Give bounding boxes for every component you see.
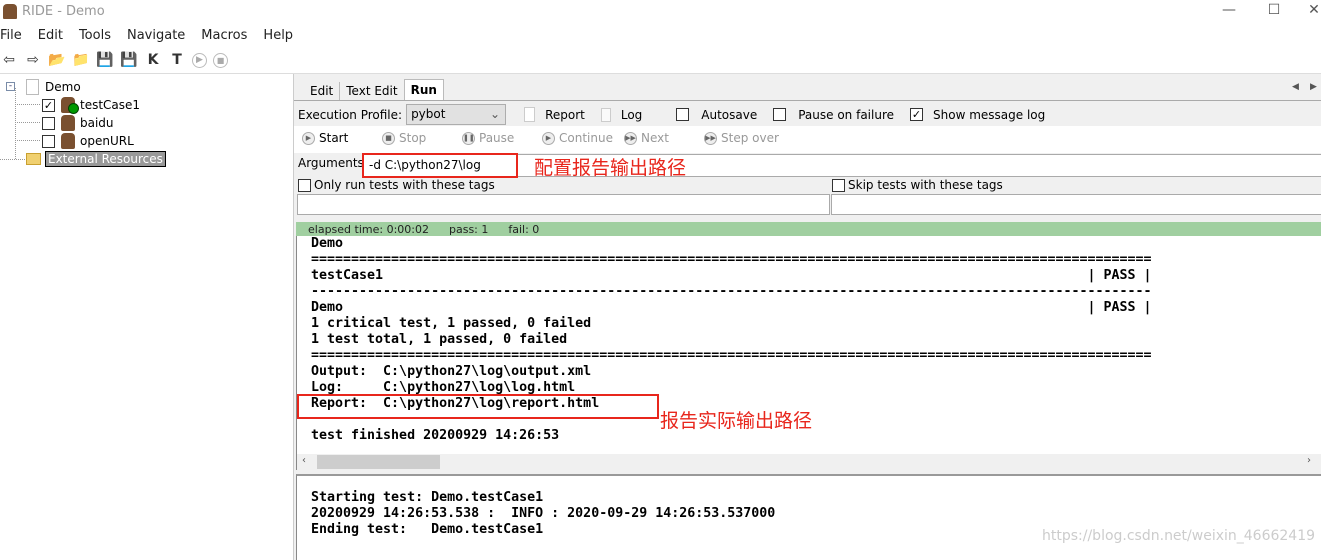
tab-bar: Edit Text Edit Run (304, 79, 444, 100)
checkbox[interactable] (42, 116, 55, 130)
arguments-label: Arguments: (298, 156, 368, 170)
window-title: RIDE - Demo (22, 4, 105, 19)
run-icon[interactable]: ▶ (192, 52, 207, 68)
log-button[interactable]: Log (621, 108, 642, 122)
arguments-highlight: -d C:\python27\log (362, 153, 518, 178)
only-run-tags-input[interactable] (297, 194, 830, 215)
only-run-tags: Only run tests with these tags (298, 178, 495, 192)
execution-profile-select[interactable]: pybot ⌄ (406, 104, 507, 125)
tree-node-openurl[interactable]: openURL (42, 132, 134, 150)
log-icon (600, 107, 611, 122)
menu-file[interactable]: File (0, 26, 30, 46)
message-log: Starting test: Demo.testCase1 20200929 1… (296, 474, 1321, 560)
skip-tags: Skip tests with these tags (832, 178, 1003, 192)
tab-edit[interactable]: Edit (304, 82, 341, 100)
project-tree: - Demo ✓ testCase1 baidu openURL Externa… (0, 76, 293, 560)
console-output-text: Demo ===================================… (311, 236, 1152, 443)
checkbox[interactable]: ✓ (42, 98, 55, 112)
checkbox[interactable] (42, 134, 55, 148)
start-button[interactable]: ▶ Start (302, 131, 382, 145)
step-over-icon: ▶▶ (704, 131, 717, 145)
menu-navigate[interactable]: Navigate (127, 26, 193, 46)
watermark: https://blog.csdn.net/weixin_46662419 (1042, 528, 1316, 544)
back-arrow-icon[interactable]: ⇦ (0, 51, 18, 69)
minimize-button[interactable]: — (1214, 2, 1244, 22)
arguments-annotation: 配置报告输出路径 (534, 157, 687, 179)
save-icon[interactable]: 💾 (96, 51, 114, 69)
menu-edit[interactable]: Edit (38, 26, 71, 46)
menu-macros[interactable]: Macros (201, 26, 255, 46)
only-run-tags-checkbox[interactable] (298, 178, 311, 192)
tab-scroll-right-icon[interactable]: ▶ (1310, 82, 1317, 92)
menu-help[interactable]: Help (263, 26, 301, 46)
menu-tools[interactable]: Tools (79, 26, 119, 46)
search-tests-icon[interactable]: T (168, 51, 186, 69)
horizontal-scrollbar[interactable]: ‹ › (297, 454, 1321, 470)
continue-button[interactable]: ▶ Continue (542, 131, 624, 145)
tree-node-demo[interactable]: Demo (26, 78, 81, 96)
pass-status-icon (68, 103, 79, 114)
save-all-icon[interactable]: 💾 (120, 51, 138, 69)
open-folder-icon[interactable]: 📁 (72, 51, 90, 69)
play-icon: ▶ (302, 131, 315, 145)
pause-icon: ❚❚ (462, 131, 475, 145)
tree-node-baidu[interactable]: baidu (42, 114, 114, 132)
stop-icon[interactable]: ■ (213, 52, 228, 68)
stop-button[interactable]: ■ Stop (382, 131, 462, 145)
robot-icon (61, 115, 75, 131)
tree-node-testcase1[interactable]: ✓ testCase1 (42, 96, 140, 114)
tab-run[interactable]: Run (403, 79, 444, 100)
pause-button[interactable]: ❚❚ Pause (462, 131, 542, 145)
search-keywords-icon[interactable]: K (144, 51, 162, 69)
pause-on-failure-checkbox[interactable] (773, 108, 787, 121)
skip-tags-input[interactable] (831, 194, 1321, 215)
next-icon: ▶▶ (624, 131, 637, 145)
tree-node-external-resources[interactable]: External Resources (26, 150, 166, 168)
forward-arrow-icon[interactable]: ⇨ (24, 51, 42, 69)
chevron-down-icon: ⌄ (490, 107, 501, 121)
message-log-text: Starting test: Demo.testCase1 20200929 1… (311, 490, 776, 537)
autosave-checkbox[interactable] (676, 108, 690, 121)
tab-scroll-left-icon[interactable]: ◀ (1292, 82, 1299, 92)
open-directory-icon[interactable]: 📂 (48, 51, 66, 69)
scrollbar-thumb[interactable] (317, 455, 440, 469)
collapse-toggle[interactable]: - (6, 82, 15, 91)
robot-icon (61, 97, 79, 114)
run-controls: ▶ Start ■ Stop ❚❚ Pause ▶ Continue ▶▶ Next ▶▶… (302, 131, 779, 145)
maximize-button[interactable]: ☐ (1259, 2, 1289, 22)
folder-icon (26, 153, 41, 165)
skip-tags-checkbox[interactable] (832, 178, 845, 192)
menu-bar: File Edit Tools Navigate Macros Help (0, 26, 309, 46)
close-button[interactable]: ✕ (1299, 2, 1321, 22)
show-message-log-checkbox[interactable]: ✓ (910, 108, 924, 121)
scroll-left-icon: ‹ (302, 455, 306, 466)
file-icon (26, 79, 39, 95)
robot-icon (61, 133, 75, 149)
stop-icon: ■ (382, 131, 395, 145)
output-console: 报告实际输出路径 Demo ==========================… (296, 236, 1321, 470)
tab-text-edit[interactable]: Text Edit (340, 82, 403, 100)
report-icon (524, 107, 536, 122)
next-button[interactable]: ▶▶ Next (624, 131, 704, 145)
report-button[interactable]: Report (545, 108, 585, 122)
run-panel: Edit Text Edit Run ◀ ▶ Execution Profile… (293, 74, 1321, 560)
app-logo-icon (3, 4, 17, 19)
scroll-right-icon: › (1307, 455, 1311, 466)
profile-row: Execution Profile: pybot ⌄ Report Log Aut… (298, 104, 1045, 125)
status-bar: elapsed time: 0:00:02 pass: 1 fail: 0 (296, 222, 1321, 236)
title-bar: RIDE - Demo — ☐ ✕ (0, 0, 1321, 24)
continue-icon: ▶ (542, 131, 555, 145)
toolbar: ⇦ ⇨ 📂 📁 💾 💾 K T ▶ ■ (0, 50, 228, 70)
step-over-button[interactable]: ▶▶ Step over (704, 131, 779, 145)
